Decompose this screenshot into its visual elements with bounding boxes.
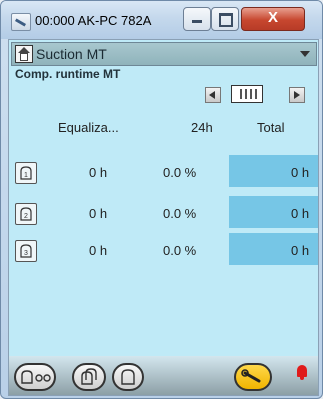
total-value: 0 h	[291, 206, 310, 221]
compressor-glyph: 1	[20, 166, 32, 180]
total-value: 0 h	[291, 243, 310, 258]
compressor-overview-button[interactable]	[14, 363, 56, 391]
24h-value: 0.0 %	[163, 165, 197, 180]
close-button[interactable]: X	[241, 7, 305, 31]
arrow-left-icon[interactable]	[205, 87, 221, 103]
compressor-group-button[interactable]	[72, 363, 106, 391]
service-tool-button[interactable]	[234, 363, 272, 391]
title-bar[interactable]: 00:000 AK-PC 782A X	[1, 1, 322, 39]
minimize-button[interactable]	[183, 7, 211, 31]
main-panel: Suction MT Comp. runtime MT Equaliza... …	[8, 39, 319, 396]
equalize-value: 0 h	[89, 165, 108, 180]
suction-group-dropdown[interactable]: Suction MT	[11, 42, 317, 66]
section-title: Comp. runtime MT	[15, 67, 121, 81]
compressor-number: 1	[24, 172, 28, 179]
column-header-equalize: Equaliza...	[58, 120, 119, 135]
compressor-number: 2	[24, 213, 28, 220]
page-bar	[245, 89, 247, 99]
home-icon[interactable]	[15, 45, 33, 63]
column-header-total: Total	[257, 120, 285, 135]
app-window: 00:000 AK-PC 782A X Suction MT Comp. run…	[0, 0, 323, 399]
compressor-glyph: 2	[20, 207, 32, 221]
equalize-value: 0 h	[89, 243, 108, 258]
table-row: 1 0 h 0.0 % 0 h	[9, 155, 318, 187]
page-indicator[interactable]	[231, 85, 263, 103]
compressor-icon[interactable]: 1	[15, 162, 37, 184]
table-row: 2 0 h 0.0 % 0 h	[9, 196, 318, 228]
chevron-down-icon[interactable]	[300, 51, 310, 57]
app-window-icon[interactable]	[11, 13, 31, 31]
arrow-right-icon[interactable]	[289, 87, 305, 103]
compressor-stack-icon	[81, 368, 97, 385]
close-icon: X	[267, 9, 278, 26]
column-header-24h: 24h	[191, 120, 213, 135]
compressor-fan-icon	[21, 370, 51, 384]
window-title: 00:000 AK-PC 782A	[35, 13, 152, 28]
table-row: 3 0 h 0.0 % 0 h	[9, 233, 318, 265]
compressor-glyph: 3	[20, 244, 32, 258]
wrench-icon	[241, 369, 261, 383]
24h-value: 0.0 %	[163, 243, 197, 258]
24h-value: 0.0 %	[163, 206, 197, 221]
compressor-icon[interactable]: 3	[15, 240, 37, 262]
alarm-bell-icon[interactable]	[297, 365, 307, 380]
page-bar	[255, 89, 257, 99]
bottom-toolbar	[9, 356, 318, 395]
page-bar	[250, 89, 252, 99]
compressor-icon	[121, 369, 135, 385]
compressor-number: 3	[24, 250, 28, 257]
page-bar	[240, 89, 242, 99]
equalize-value: 0 h	[89, 206, 108, 221]
maximize-button[interactable]	[211, 7, 239, 31]
total-value: 0 h	[291, 165, 310, 180]
compressor-icon[interactable]: 2	[15, 203, 37, 225]
compressor-button[interactable]	[112, 363, 144, 391]
dropdown-selected-value: Suction MT	[36, 46, 107, 62]
